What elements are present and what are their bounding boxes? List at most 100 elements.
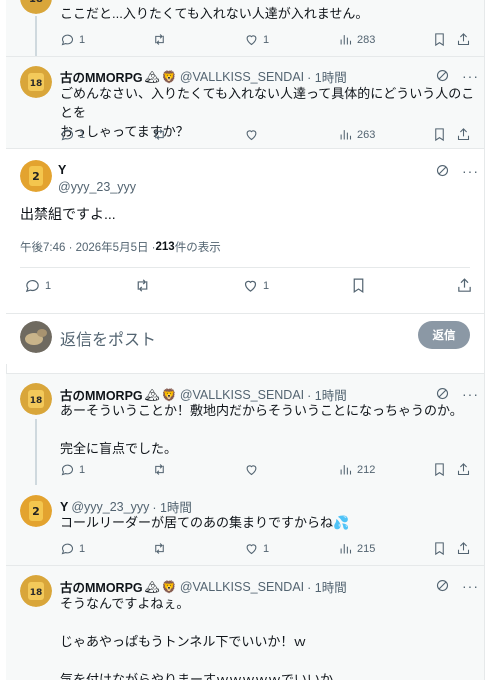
share-icon [457,542,470,555]
bookmark-button[interactable] [350,277,367,294]
views-icon [340,35,352,45]
reply-icon [61,129,73,141]
like-button[interactable] [244,127,259,142]
more-icon[interactable]: ··· [462,69,479,83]
retweet-button[interactable] [134,277,151,294]
tweet-1[interactable]: 18 ここだと...入りたくても入れない人達が入れません。 1 1 283 [6,0,484,56]
tweet-menu: ··· [435,578,479,593]
tweet-text: ここだと...入りたくても入れない人達が入れません。 [60,6,369,21]
retweet-button[interactable] [152,462,167,477]
avatar[interactable]: 2 [20,160,52,192]
heart-icon [246,35,257,46]
views-button[interactable]: 212 [338,462,375,477]
tweet-text: 出禁組ですよ... [20,206,116,222]
author-line: Y [58,163,66,177]
reply-icon [25,279,39,293]
author-name[interactable]: Y [60,500,68,514]
tweet-5[interactable]: 2 Y @yyy_23_yyy · 1時間 コールリーダーが居てのあの集まりです… [6,485,484,565]
svg-text:2: 2 [32,170,40,183]
view-count: 213 [155,241,175,253]
views-icon [340,544,352,554]
tweet-menu: ··· [435,68,479,83]
retweet-button[interactable] [152,32,167,47]
tweet-2[interactable]: 18 古のMMORPG 🏔 🦁 @VALLKISS_SENDAI · 1時間 ·… [6,57,484,148]
author-handle[interactable]: @VALLKISS_SENDAI [180,70,304,84]
thread-line [35,16,37,56]
thread-line [35,419,37,485]
author-handle[interactable]: @VALLKISS_SENDAI [180,388,304,402]
author-handle[interactable]: @VALLKISS_SENDAI [180,580,304,594]
post-timestamp[interactable]: 午後7:46 · 2026年5月5日 · [20,239,156,255]
reply-input[interactable]: 返信をポスト [60,326,156,350]
like-button[interactable]: 1 [244,541,269,556]
reply-icon [61,543,73,555]
bookmark-button[interactable] [432,541,447,556]
avatar[interactable]: 18 [20,66,52,98]
reply-button[interactable]: 1 [60,541,85,556]
reply-button[interactable]: 1 [24,277,51,294]
share-button[interactable] [456,127,471,142]
reply-icon [61,464,73,476]
grok-icon[interactable] [435,578,450,593]
retweet-button[interactable] [152,541,167,556]
like-button[interactable]: 1 [242,277,269,294]
reply-button[interactable]: 1 [60,462,85,477]
tweet-actions: 1 1 [24,277,474,295]
reply-button[interactable]: 1 [60,32,85,47]
share-button[interactable] [456,541,471,556]
share-button[interactable] [456,277,473,294]
mountain-icon: 🏔 [144,579,160,594]
post-meta: 午後7:46 · 2026年5月5日 · 213 件の表示 [20,239,221,255]
views-button[interactable]: 283 [338,32,375,47]
bookmark-button[interactable] [432,32,447,47]
bookmark-icon [435,33,444,47]
heart-icon [246,465,257,476]
svg-text:18: 18 [30,79,43,89]
more-icon[interactable]: ··· [462,387,479,401]
share-button[interactable] [456,462,471,477]
tweet-text: あーそういうことか！敷地内だからそういうことになっちゃうのか。 完全に盲点でした… [60,403,463,456]
share-icon [457,463,470,476]
tweet-text: そうなんですよねぇ。 じゃあやっぱもうトンネル下でいいか！ｗ 気を付けながらやり… [60,596,346,680]
reply-submit-button[interactable]: 返信 [418,321,470,349]
avatar[interactable]: 18 [20,575,52,607]
mountain-icon: 🏔 [144,69,160,84]
author-handle[interactable]: @yyy_23_yyy [58,180,136,194]
like-button[interactable]: 1 [244,32,269,47]
grok-icon[interactable] [435,163,450,178]
reply-icon [61,34,73,46]
reply-button[interactable]: 1 [60,127,85,142]
more-icon[interactable]: ··· [462,164,479,178]
author-name[interactable]: Y [58,163,66,177]
my-avatar[interactable] [20,321,52,353]
bookmark-icon [435,128,444,142]
avatar[interactable]: 18 [20,383,52,415]
avatar[interactable]: 18 [20,0,52,14]
tweet-4[interactable]: 18 古のMMORPG 🏔 🦁 @VALLKISS_SENDAI · 1時間 ·… [6,374,484,485]
main-tweet: 2 Y @yyy_23_yyy ··· 出禁組ですよ... 午後7:46 · 2… [6,149,484,313]
lion-icon: 🦁 [161,579,177,594]
grok-icon[interactable] [435,386,450,401]
retweet-icon [137,279,148,292]
svg-text:18: 18 [30,588,43,598]
views-button[interactable]: 215 [338,541,375,556]
tweet-6[interactable]: 18 古のMMORPG 🏔 🦁 @VALLKISS_SENDAI · 1時間 ·… [6,566,484,680]
retweet-icon [155,543,164,554]
retweet-button[interactable] [152,127,167,142]
tweet-actions: 1 212 [60,462,470,480]
views-icon [340,465,352,475]
svg-text:18: 18 [30,396,43,406]
author-handle[interactable]: @yyy_23_yyy [71,500,149,514]
more-icon[interactable]: ··· [462,579,479,593]
share-button[interactable] [456,32,471,47]
heart-icon [246,130,257,141]
views-button[interactable]: 263 [338,127,375,142]
bookmark-button[interactable] [432,462,447,477]
lion-icon: 🦁 [161,387,177,402]
like-button[interactable] [244,462,259,477]
retweet-icon [155,129,164,140]
grok-icon[interactable] [435,68,450,83]
avatar[interactable]: 2 [20,495,52,527]
bookmark-button[interactable] [432,127,447,142]
retweet-icon [155,464,164,475]
